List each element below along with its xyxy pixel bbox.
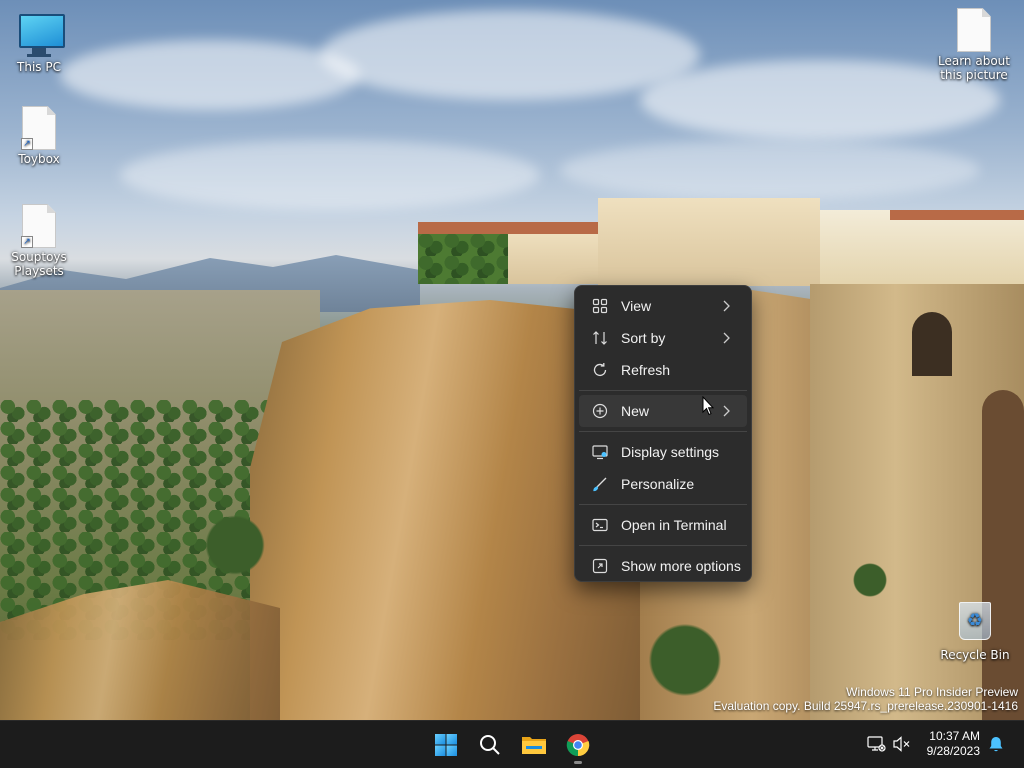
clock-time: 10:37 AM bbox=[929, 729, 980, 743]
file-explorer-button[interactable] bbox=[514, 725, 554, 765]
menu-item-view[interactable]: View bbox=[579, 290, 747, 322]
start-button[interactable] bbox=[426, 725, 466, 765]
menu-separator bbox=[579, 431, 747, 432]
menu-separator bbox=[579, 545, 747, 546]
more-options-icon bbox=[591, 557, 609, 575]
volume-muted-icon bbox=[893, 736, 910, 752]
bell-icon bbox=[989, 737, 1003, 752]
menu-item-show-more-options[interactable]: Show more options bbox=[579, 550, 747, 582]
computer-icon bbox=[19, 14, 65, 58]
wallpaper-bush bbox=[850, 560, 890, 600]
chevron-right-icon bbox=[723, 405, 730, 417]
file-icon bbox=[954, 8, 994, 52]
menu-item-sort-by[interactable]: Sort by bbox=[579, 322, 747, 354]
desktop-icon-recycle-bin[interactable]: ♻ Recycle Bin bbox=[937, 598, 1013, 662]
wallpaper-ivy bbox=[418, 234, 508, 284]
desktop-icon-label: Learn about this picture bbox=[938, 54, 1010, 82]
watermark-line2: Evaluation copy. Build 25947.rs_prerelea… bbox=[713, 699, 1018, 713]
desktop-icon-label: Souptoys Playsets bbox=[11, 250, 67, 278]
menu-item-label: Show more options bbox=[621, 558, 741, 574]
terminal-icon bbox=[591, 516, 609, 534]
network-tray-button[interactable] bbox=[865, 733, 887, 755]
notifications-button[interactable] bbox=[985, 733, 1007, 755]
wallpaper-building bbox=[820, 210, 1024, 286]
chrome-icon bbox=[566, 734, 590, 757]
plus-circle-icon bbox=[591, 402, 609, 420]
menu-item-display-settings[interactable]: Display settings bbox=[579, 436, 747, 468]
volume-tray-button[interactable] bbox=[891, 733, 913, 755]
desktop-icon-label: This PC bbox=[17, 60, 61, 74]
windows-start-icon bbox=[435, 734, 457, 756]
menu-item-refresh[interactable]: Refresh bbox=[579, 354, 747, 386]
desktop-icon-label: Recycle Bin bbox=[940, 648, 1010, 662]
menu-item-label: Refresh bbox=[621, 362, 671, 378]
search-button[interactable] bbox=[470, 725, 510, 765]
wallpaper-cloud bbox=[60, 40, 360, 110]
menu-item-label: New bbox=[621, 403, 650, 419]
mouse-cursor-icon bbox=[702, 396, 714, 416]
menu-item-label: Open in Terminal bbox=[621, 517, 727, 533]
menu-separator bbox=[579, 504, 747, 505]
wallpaper-bridge-arch bbox=[912, 312, 952, 376]
wallpaper-cloud bbox=[120, 140, 540, 210]
recycle-bin-icon: ♻ bbox=[955, 602, 995, 646]
file-shortcut-icon: ↗ bbox=[19, 204, 59, 248]
menu-item-open-in-terminal[interactable]: Open in Terminal bbox=[579, 509, 747, 541]
desktop-icon-this-pc[interactable]: This PC bbox=[1, 10, 77, 74]
desktop-icon-learn-about-picture[interactable]: Learn about this picture bbox=[936, 8, 1012, 82]
desktop-context-menu: View Sort by Refresh New Display setting… bbox=[574, 285, 752, 582]
file-explorer-icon bbox=[522, 737, 546, 754]
sort-icon bbox=[591, 329, 609, 347]
refresh-icon bbox=[591, 361, 609, 379]
desktop-icon-label: Toybox bbox=[18, 152, 60, 166]
display-settings-icon bbox=[591, 443, 609, 461]
wallpaper-bush bbox=[200, 510, 270, 580]
wallpaper-building bbox=[598, 198, 820, 286]
wallpaper-cloud bbox=[320, 10, 700, 100]
menu-item-label: Personalize bbox=[621, 476, 695, 492]
menu-item-label: Sort by bbox=[621, 330, 666, 346]
wallpaper-bridge-arch bbox=[982, 390, 1024, 720]
wallpaper-cloud bbox=[560, 140, 980, 200]
grid-icon bbox=[591, 297, 609, 315]
evaluation-watermark: Windows 11 Pro Insider Preview Evaluatio… bbox=[713, 685, 1018, 713]
wallpaper-roof bbox=[418, 222, 608, 234]
chrome-button[interactable] bbox=[558, 725, 598, 765]
chevron-right-icon bbox=[723, 332, 730, 344]
menu-item-personalize[interactable]: Personalize bbox=[579, 468, 747, 500]
network-icon bbox=[867, 736, 886, 752]
menu-item-new[interactable]: New bbox=[579, 395, 747, 427]
menu-item-label: Display settings bbox=[621, 444, 720, 460]
search-icon bbox=[480, 735, 500, 755]
wallpaper-roof bbox=[890, 210, 1024, 220]
desktop[interactable] bbox=[0, 0, 1024, 720]
menu-item-label: View bbox=[621, 298, 652, 314]
taskbar: 10:37 AM 9/28/2023 bbox=[0, 720, 1024, 768]
running-indicator bbox=[574, 761, 582, 764]
clock-date: 9/28/2023 bbox=[926, 744, 980, 758]
menu-separator bbox=[579, 390, 747, 391]
file-shortcut-icon: ↗ bbox=[19, 106, 59, 150]
chevron-right-icon bbox=[723, 300, 730, 312]
desktop-icon-toybox[interactable]: ↗ Toybox bbox=[1, 106, 77, 166]
watermark-line1: Windows 11 Pro Insider Preview bbox=[846, 685, 1018, 699]
taskbar-clock[interactable]: 10:37 AM 9/28/2023 bbox=[927, 729, 980, 759]
brush-icon bbox=[591, 475, 609, 493]
desktop-icon-souptoys-playsets[interactable]: ↗ Souptoys Playsets bbox=[1, 204, 77, 278]
